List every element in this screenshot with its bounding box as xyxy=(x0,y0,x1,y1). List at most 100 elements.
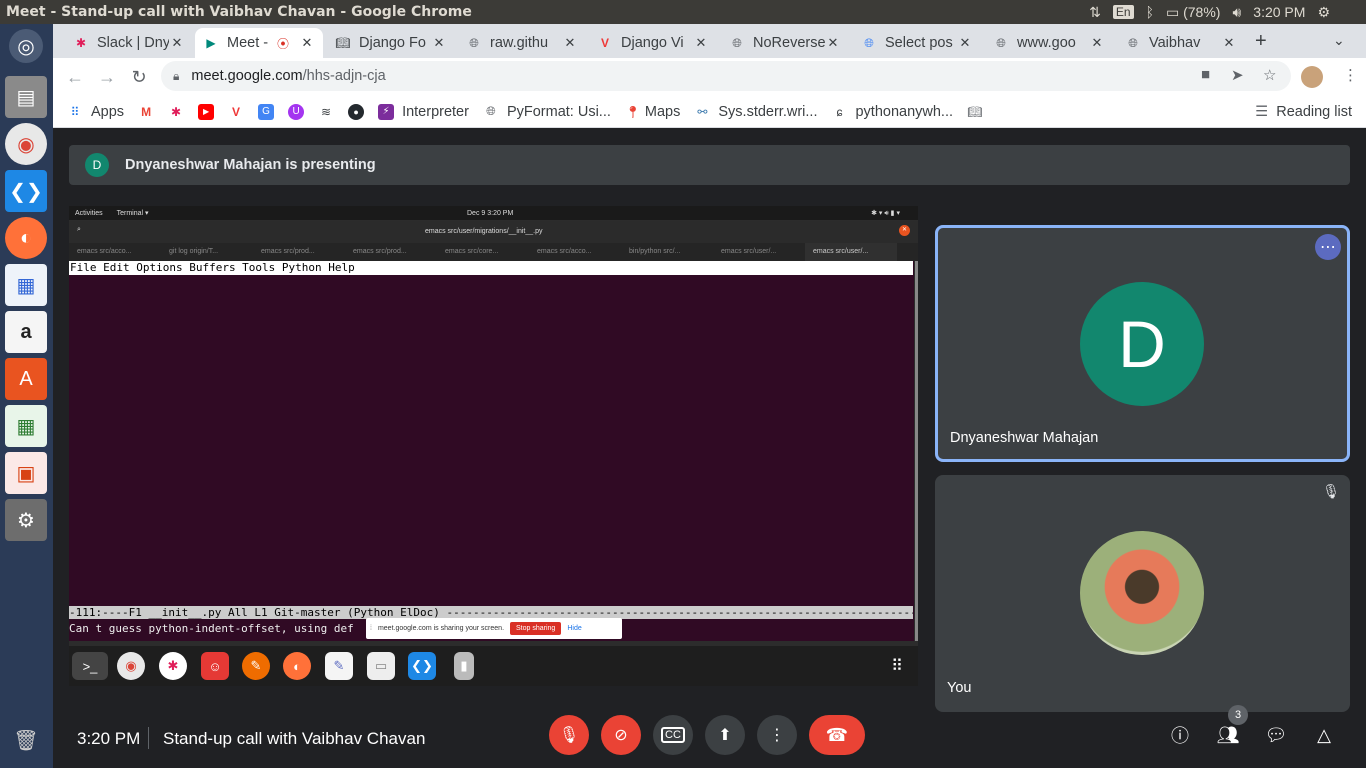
bookmark-udemy[interactable]: U xyxy=(288,103,305,120)
close-icon[interactable]: ✕ xyxy=(825,35,841,51)
volume-icon[interactable]: 🔊︎ xyxy=(1232,4,1241,21)
bookmark-maps[interactable]: 📍︎ Maps xyxy=(625,104,680,120)
network-icon[interactable]: ⇅ xyxy=(1089,4,1101,21)
tab-raw-github[interactable]: 🌐︎ raw.githu ✕ xyxy=(458,28,586,58)
more-options-icon[interactable]: ⋯ xyxy=(1315,234,1341,260)
battery-status[interactable]: ▭ (78%) xyxy=(1166,4,1220,21)
people-button[interactable]: 👥︎ xyxy=(1214,721,1242,749)
close-icon[interactable]: ✕ xyxy=(431,35,447,51)
presenting-banner: D Dnyaneshwar Mahajan is presenting xyxy=(69,145,1350,185)
battery-percent: (78%) xyxy=(1183,3,1221,20)
youtube-icon: ▶ xyxy=(198,103,215,120)
bookmark-slack[interactable]: ✱ xyxy=(168,104,184,120)
tab-label: Django Vi xyxy=(621,35,684,51)
chrome-icon[interactable]: ◉ xyxy=(5,123,47,165)
software-center-icon[interactable]: A xyxy=(5,358,47,400)
text-editor-icon: ✎ xyxy=(325,652,353,680)
bookmark-translate[interactable]: G xyxy=(258,103,275,120)
impress-presentation-icon[interactable]: ▣ xyxy=(5,452,47,494)
participant-tile-presenter[interactable]: ⋯ D Dnyaneshwar Mahajan xyxy=(935,225,1350,462)
menu-kebab-icon[interactable]: ⋮ xyxy=(1343,66,1358,84)
bookmark-star-icon[interactable]: ☆ xyxy=(1263,66,1276,84)
lock-icon: 🔒︎ xyxy=(173,68,180,83)
activities-button[interactable]: △ xyxy=(1310,721,1338,749)
forward-arrow-icon[interactable]: → xyxy=(95,66,119,88)
writer-doc-icon[interactable]: ▦ xyxy=(5,264,47,306)
profile-avatar[interactable] xyxy=(1301,66,1323,88)
amazon-icon[interactable]: a xyxy=(5,311,47,353)
close-icon[interactable]: ✕ xyxy=(169,35,185,51)
settings-gear-icon[interactable]: ⚙ xyxy=(1317,4,1330,21)
firefox-icon[interactable]: ◐ xyxy=(5,217,47,259)
calc-spreadsheet-icon[interactable]: ▦ xyxy=(5,405,47,447)
close-icon[interactable]: ✕ xyxy=(1089,35,1105,51)
tab-select-pos[interactable]: 🌐︎ Select pos ✕ xyxy=(853,28,981,58)
terminal-app-icon: >_ xyxy=(72,652,108,680)
bookmark-github[interactable]: ● xyxy=(348,103,365,120)
divider xyxy=(148,727,149,749)
tab-meet[interactable]: ▶ Meet - ⦿ ✕ xyxy=(195,28,323,58)
tab-label: www.goo xyxy=(1017,35,1076,51)
tab-search-chevron-icon[interactable]: ⌄ xyxy=(1333,32,1345,49)
meeting-details-button[interactable]: ⓘ xyxy=(1166,721,1194,749)
send-tab-icon[interactable]: ➤ xyxy=(1231,66,1244,84)
url-path: /hhs-adjn-cja xyxy=(302,68,386,84)
bookmark-book[interactable]: 📖︎ xyxy=(967,104,983,120)
bookmark-pyformat[interactable]: 🌐︎ PyFormat: Usi... xyxy=(483,104,611,120)
ubuntu-dash-icon[interactable]: ◎ xyxy=(9,29,43,63)
tab-noreverse[interactable]: 🌐︎ NoReverse ✕ xyxy=(721,28,849,58)
camera-indicator-icon[interactable]: ■ xyxy=(1201,66,1210,83)
close-icon[interactable]: ✕ xyxy=(1221,35,1237,51)
globe-icon: 🌐︎ xyxy=(1128,35,1138,50)
close-icon[interactable]: ✕ xyxy=(693,35,709,51)
close-icon[interactable]: ✕ xyxy=(957,35,973,51)
tab-label: Vaibhav xyxy=(1149,35,1201,51)
bookmark-gmail[interactable]: M xyxy=(138,104,154,120)
present-now-button[interactable]: ⬆ xyxy=(705,715,745,755)
mic-off-button[interactable]: 🎙︎ xyxy=(549,715,589,755)
keyboard-language[interactable]: En xyxy=(1112,5,1134,19)
close-icon[interactable]: ✕ xyxy=(299,35,315,51)
back-arrow-icon[interactable]: ← xyxy=(63,66,87,88)
tab-django-views[interactable]: V Django Vi ✕ xyxy=(589,28,717,58)
clock[interactable]: 3:20 PM xyxy=(1253,4,1305,20)
stop-sharing-button: Stop sharing xyxy=(510,622,562,635)
bluetooth-icon[interactable]: ᛒ xyxy=(1146,4,1154,20)
chat-button[interactable]: 💬︎ xyxy=(1262,721,1290,749)
bookmark-stackoverflow[interactable]: ≋ xyxy=(318,104,334,120)
captions-button[interactable]: CC xyxy=(653,715,693,755)
participant-tile-self[interactable]: 🎙︎ You xyxy=(935,475,1350,712)
reading-list-button[interactable]: ☰ Reading list xyxy=(1255,104,1352,120)
more-options-button[interactable]: ⋮ xyxy=(757,715,797,755)
people-count-badge: 3 xyxy=(1228,705,1248,725)
bookmark-youtube[interactable]: ▶ xyxy=(198,103,215,120)
meet-control-bar: 3:20 PM Stand-up call with Vaibhav Chava… xyxy=(53,705,1366,768)
bookmark-vivaldi[interactable]: V xyxy=(228,104,244,120)
vscode-icon: ❮❯ xyxy=(408,652,436,680)
reload-icon[interactable]: ↻ xyxy=(127,66,151,88)
share-notice-text: meet.google.com is sharing your screen. xyxy=(377,625,505,632)
new-tab-plus-icon[interactable]: + xyxy=(1255,30,1267,53)
vscode-icon[interactable]: ❮❯ xyxy=(5,170,47,212)
bookmark-pythonanywhere[interactable]: ɕ pythonanywh... xyxy=(831,104,953,120)
close-icon[interactable]: ✕ xyxy=(562,35,578,51)
lightning-icon: ⚡︎ xyxy=(378,103,395,120)
tab-vaibhav[interactable]: 🌐︎ Vaibhav ✕ xyxy=(1117,28,1245,58)
slack-icon: ✱ xyxy=(171,104,182,119)
tab-www-goo[interactable]: 🌐︎ www.goo ✕ xyxy=(985,28,1113,58)
address-bar[interactable]: 🔒︎ meet.google.com/hhs-adjn-cja xyxy=(161,61,1291,91)
file-cabinet-icon[interactable]: ▤ xyxy=(5,76,47,118)
camera-off-button[interactable]: ⊘ xyxy=(601,715,641,755)
tab-slack[interactable]: ✱ Slack | Dny ✕ xyxy=(65,28,193,58)
bookmark-sys-stderr[interactable]: ⚯ Sys.stderr.wri... xyxy=(694,104,817,120)
leave-call-button[interactable]: ☎ xyxy=(809,715,865,755)
system-settings-icon[interactable]: ⚙ xyxy=(5,499,47,541)
tab-django-forms[interactable]: 📖︎ Django Fo ✕ xyxy=(327,28,455,58)
bookmark-interpreter[interactable]: ⚡︎ Interpreter xyxy=(378,103,469,120)
shared-screen[interactable]: Activities Terminal ▾ Dec 9 3:20 PM ✱ ▾ … xyxy=(69,206,918,686)
trash-icon[interactable]: 🗑︎ xyxy=(5,719,47,761)
gnome-tray-icons: ✱ ▾ 🔊︎ ▮ ▾ xyxy=(871,209,900,217)
terminal-tab-active: emacs src/user/... xyxy=(805,243,897,261)
bookmark-apps[interactable]: ⠿ Apps xyxy=(67,104,124,120)
show-apps-grid-icon: ⠿ xyxy=(891,658,903,675)
